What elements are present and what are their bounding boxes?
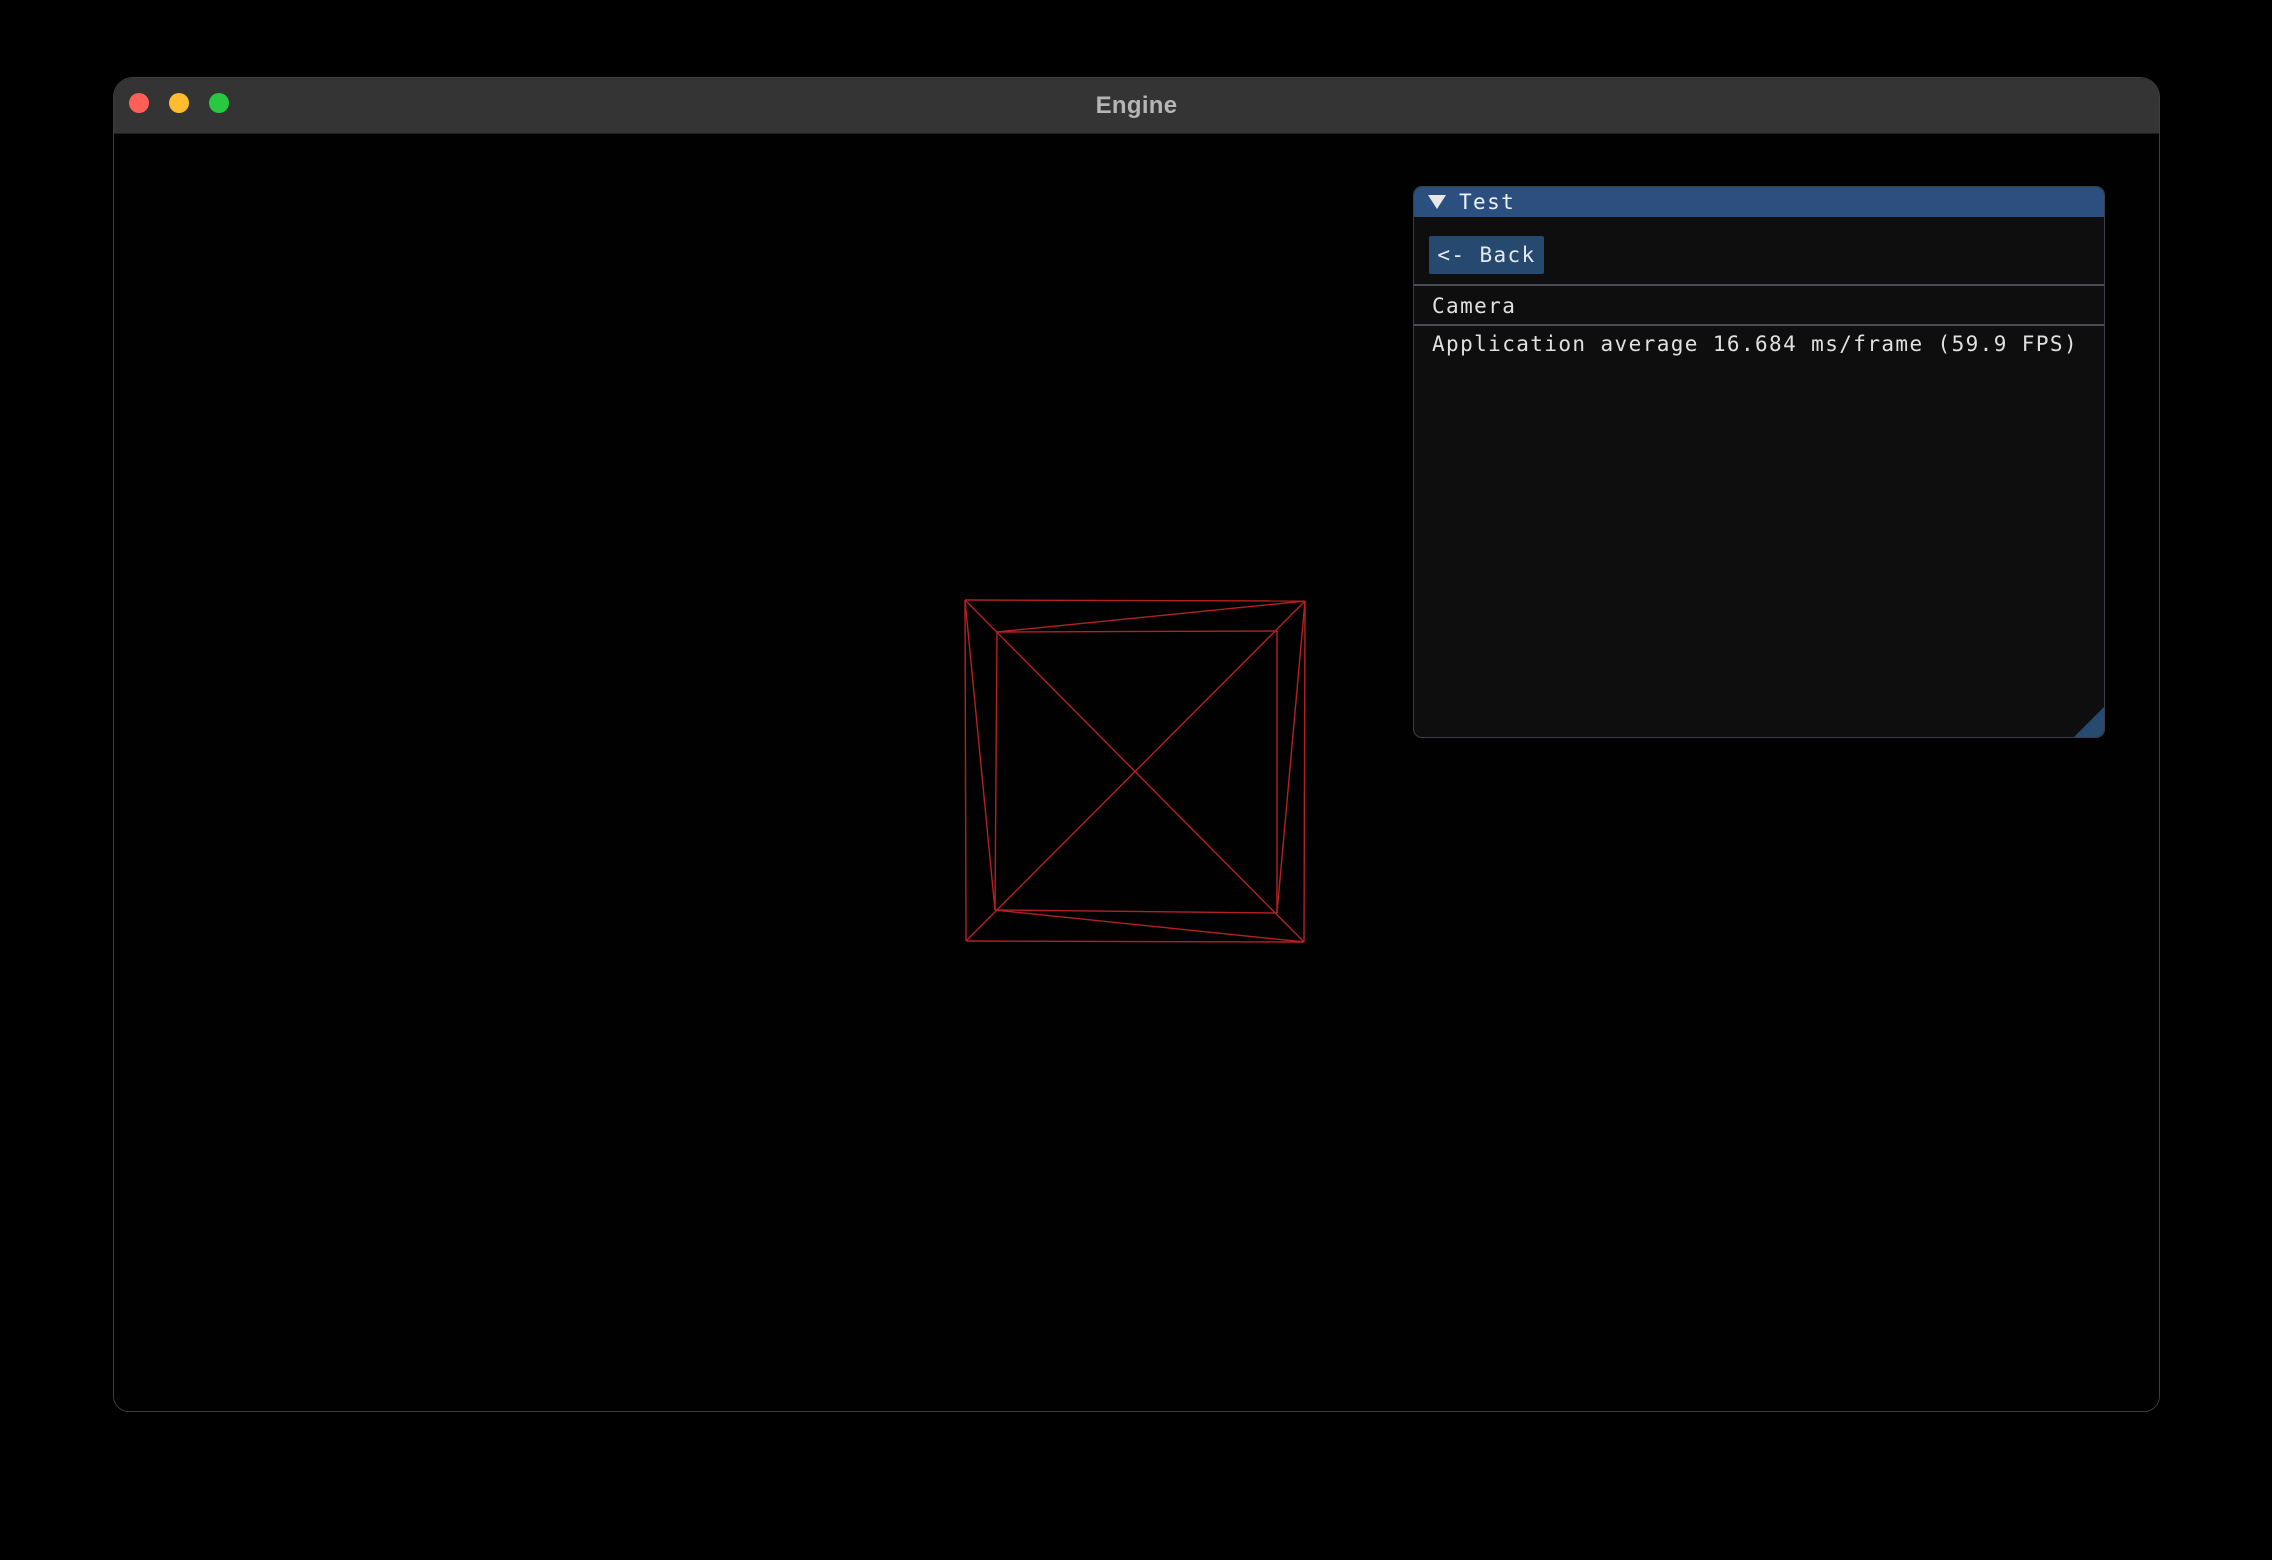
panel-title: Test xyxy=(1459,187,1515,217)
back-button[interactable]: <- Back xyxy=(1429,236,1544,274)
separator xyxy=(1414,324,2104,326)
imgui-panel-test: Test <- Back Camera Application average … xyxy=(1413,186,2105,738)
window-titlebar[interactable]: Engine xyxy=(114,78,2159,134)
viewport: Test <- Back Camera Application average … xyxy=(114,134,2159,1411)
app-window: Engine Test <- Back Camera Application a… xyxy=(113,77,2160,1412)
separator xyxy=(1414,284,2104,286)
panel-header[interactable]: Test xyxy=(1414,187,2104,217)
window-title: Engine xyxy=(114,78,2159,133)
resize-grip[interactable] xyxy=(2074,707,2104,737)
collapse-arrow-icon[interactable] xyxy=(1428,195,1446,209)
stats-text: Application average 16.684 ms/frame (59.… xyxy=(1432,329,2078,359)
menu-item-camera[interactable]: Camera xyxy=(1432,291,2102,321)
